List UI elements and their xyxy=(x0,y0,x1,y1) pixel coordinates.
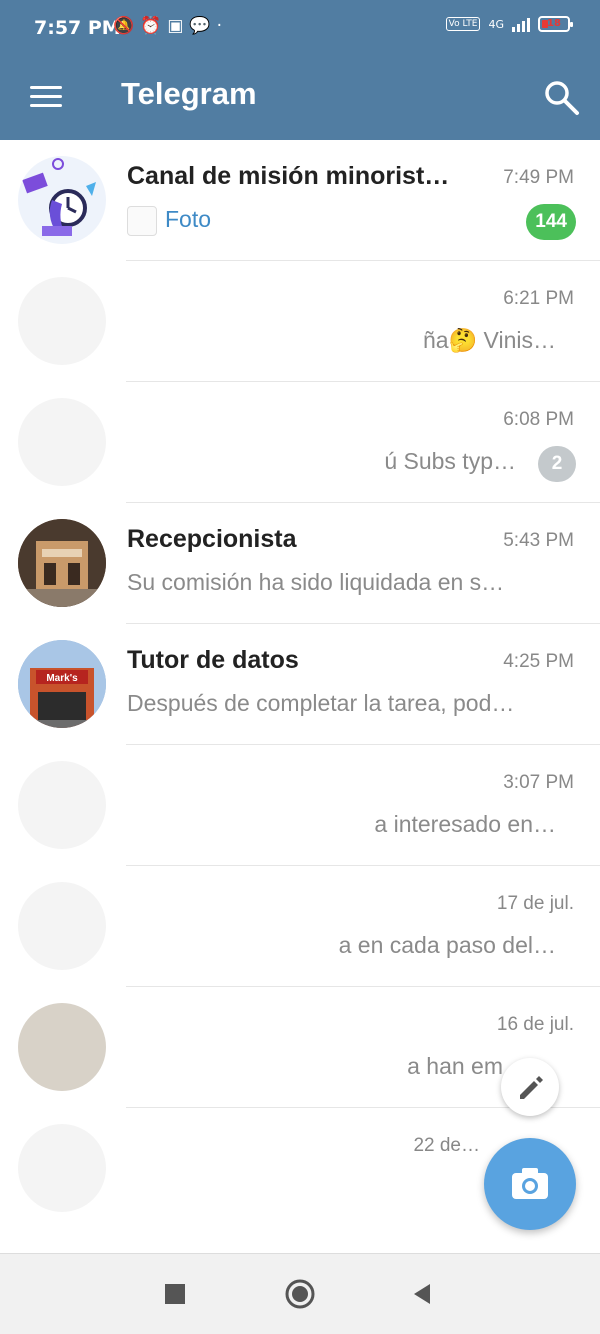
avatar xyxy=(18,761,106,849)
chat-row[interactable]: Canal de misión minorist… 7:49 PM Foto 1… xyxy=(0,140,600,261)
chat-name: Canal de misión minorist… xyxy=(127,162,450,190)
chat-row[interactable]: Recepcionista 5:43 PM Su comisión ha sid… xyxy=(0,503,600,624)
volte-icon: Vo LTE xyxy=(445,17,481,31)
chat-preview: Foto xyxy=(127,206,211,236)
camera-icon xyxy=(512,1168,548,1199)
chat-preview: a en cada paso del… xyxy=(338,932,556,958)
chat-preview: a interesado en… xyxy=(374,811,556,837)
chat-name: Tutor de datos xyxy=(127,646,299,674)
unread-badge: 144 xyxy=(526,204,576,240)
search-icon[interactable] xyxy=(541,77,581,117)
toolbar: Telegram xyxy=(0,58,600,140)
battery-level: 18 xyxy=(547,18,561,29)
battery-saver-icon: ▣ xyxy=(167,16,190,36)
clock-illustration-icon xyxy=(22,158,96,236)
system-nav-bar xyxy=(0,1253,600,1334)
menu-icon[interactable] xyxy=(30,85,62,109)
avatar xyxy=(18,882,106,970)
camera-button[interactable] xyxy=(484,1138,576,1230)
unread-badge: 2 xyxy=(538,446,576,482)
network-label: 4G xyxy=(488,17,504,31)
pencil-icon xyxy=(520,1076,543,1099)
chat-row[interactable]: 6:08 PM ú Subs typ… 2 xyxy=(0,382,600,503)
battery-icon: 18 xyxy=(538,16,573,32)
chat-row[interactable]: Mark's Tutor de datos 4:25 PM Después de… xyxy=(0,624,600,745)
chat-icon: 💬 xyxy=(189,16,217,36)
chat-preview: Su comisión ha sido liquidada en s… xyxy=(127,569,505,595)
chat-time: 6:08 PM xyxy=(503,409,574,430)
chat-time: 5:43 PM xyxy=(503,530,574,551)
avatar xyxy=(18,1003,106,1091)
chat-row[interactable]: 3:07 PM a interesado en… xyxy=(0,745,600,866)
chat-time: 4:25 PM xyxy=(503,651,574,672)
chat-preview-text: Foto xyxy=(165,206,212,233)
bell-off-icon: 🔕 xyxy=(113,16,141,36)
status-right: Vo LTE 4G 18 xyxy=(445,16,573,32)
chat-preview: Después de completar la tarea, pod… xyxy=(127,690,515,716)
chat-preview: ña🤔 Vinis… xyxy=(422,327,556,353)
status-icons: 🔕⏰▣💬· xyxy=(113,16,228,36)
avatar xyxy=(18,398,106,486)
chat-time: 3:07 PM xyxy=(503,772,574,793)
chat-time: 17 de jul. xyxy=(496,893,574,914)
chat-preview: ú Subs typ… xyxy=(384,448,516,474)
store-photo-icon xyxy=(18,519,106,607)
chat-time: 16 de jul. xyxy=(496,1014,574,1035)
dot-icon: · xyxy=(216,16,228,36)
chat-row[interactable]: 17 de jul. a en cada paso del… xyxy=(0,866,600,987)
alarm-icon: ⏰ xyxy=(140,16,168,36)
new-message-button[interactable] xyxy=(501,1058,559,1116)
chat-time: 22 de… xyxy=(413,1135,480,1156)
triangle-back-icon[interactable] xyxy=(402,1274,442,1314)
chat-name: Recepcionista xyxy=(127,525,297,553)
avatar xyxy=(18,1124,106,1212)
avatar xyxy=(18,277,106,365)
app-title: Telegram xyxy=(121,76,257,111)
photo-thumbnail-icon xyxy=(127,206,157,236)
chat-time: 6:21 PM xyxy=(503,288,574,309)
avatar xyxy=(18,519,106,607)
square-icon[interactable] xyxy=(155,1274,195,1314)
circle-icon[interactable] xyxy=(280,1274,320,1314)
status-time: 7:57 PM xyxy=(34,17,121,39)
storefront-photo-icon: Mark's xyxy=(18,640,106,728)
status-bar: 7:57 PM 🔕⏰▣💬· Vo LTE 4G 18 xyxy=(0,0,600,58)
chat-time: 7:49 PM xyxy=(503,167,574,188)
signal-icon xyxy=(512,16,530,32)
avatar xyxy=(18,156,106,244)
chat-row[interactable]: 6:21 PM ña🤔 Vinis… xyxy=(0,261,600,382)
svg-text:Mark's: Mark's xyxy=(46,673,78,684)
avatar: Mark's xyxy=(18,640,106,728)
